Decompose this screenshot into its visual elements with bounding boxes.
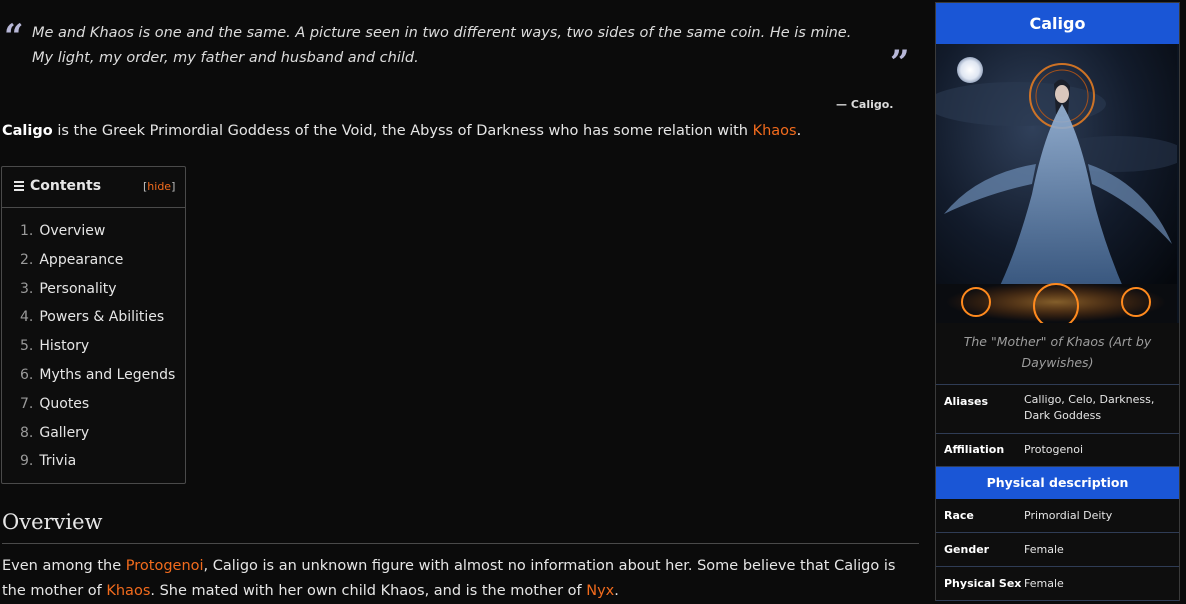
- toc-item-powers[interactable]: 4. Powers & Abilities: [20, 308, 185, 337]
- heading-divider: [2, 543, 919, 544]
- close-quote-icon: ”: [890, 43, 910, 83]
- toc-item-label[interactable]: Trivia: [39, 453, 76, 469]
- toc-item-label[interactable]: Personality: [39, 281, 116, 297]
- affiliation-link[interactable]: Protogenoi: [1024, 442, 1174, 458]
- toc-item-number: 7.: [20, 395, 34, 412]
- toc-item-number: 2.: [20, 251, 34, 268]
- toc-item-number: 5.: [20, 338, 34, 355]
- toc-toggle-bracket-close: ]: [171, 180, 176, 193]
- toc-item-label[interactable]: History: [39, 338, 89, 354]
- khaos-link[interactable]: Khaos: [106, 583, 150, 599]
- protogenoi-link[interactable]: Protogenoi: [126, 558, 204, 574]
- intro-text: is the Greek Primordial Goddess of the V…: [52, 123, 753, 139]
- infobox-title: Caligo: [936, 3, 1179, 44]
- overview-paragraph: Even among the Protogenoi, Caligo is an …: [2, 554, 917, 604]
- infobox: Caligo The "Mother" of Khaos (Art by Day…: [935, 2, 1180, 601]
- toc-header: Contents [hide]: [2, 167, 185, 208]
- physical-sex-value: Female: [1024, 577, 1064, 590]
- overview-heading: Overview: [2, 510, 103, 534]
- toc-item-label[interactable]: Gallery: [39, 425, 89, 441]
- intro-end: .: [796, 123, 802, 139]
- aliases-label: Aliases: [944, 395, 989, 408]
- toc-item-number: 4.: [20, 309, 34, 326]
- toc-item-number: 6.: [20, 366, 34, 383]
- physical-sex-label: Physical Sex: [944, 577, 1022, 590]
- character-image[interactable]: [936, 44, 1179, 323]
- toc-item-label[interactable]: Powers & Abilities: [39, 309, 164, 325]
- toc-item-appearance[interactable]: 2. Appearance: [20, 251, 185, 280]
- toc-item-number: 1.: [20, 223, 34, 239]
- toc-item-label[interactable]: Quotes: [39, 396, 89, 412]
- toc-item-number: 9.: [20, 453, 34, 470]
- intro-subject: Caligo: [2, 123, 53, 139]
- aliases-row: Aliases Calligo, Celo, Darkness, Dark Go…: [936, 385, 1179, 434]
- list-icon: [14, 181, 24, 193]
- overview-text-3: . She mated with her own child Khaos, an…: [150, 583, 587, 599]
- goddess-artwork: [936, 44, 1179, 323]
- gender-row: Gender Female: [936, 533, 1179, 567]
- quote-block: “ Me and Khaos is one and the same. A pi…: [0, 12, 920, 112]
- quote-text: Me and Khaos is one and the same. A pict…: [32, 25, 852, 66]
- toc-item-number: 3.: [20, 280, 34, 297]
- overview-text-1: Even among the: [2, 558, 126, 574]
- intro-paragraph: Caligo is the Greek Primordial Goddess o…: [2, 120, 917, 142]
- toc-item-trivia[interactable]: 9. Trivia: [20, 452, 185, 481]
- toc-item-overview[interactable]: 1. Overview: [20, 222, 185, 251]
- image-caption: The "Mother" of Khaos (Art by Daywishes): [936, 323, 1179, 385]
- race-label: Race: [944, 509, 974, 522]
- open-quote-icon: “: [4, 17, 24, 57]
- physical-sex-row: Physical Sex Female: [936, 567, 1179, 601]
- affiliation-row: Affiliation Protogenoi: [936, 434, 1179, 467]
- toc-item-history[interactable]: 5. History: [20, 337, 185, 366]
- toc-item-personality[interactable]: 3. Personality: [20, 280, 185, 309]
- race-row: Race Primordial Deity: [936, 499, 1179, 533]
- toc-hide-link[interactable]: hide: [147, 180, 171, 193]
- quote-attribution: — Caligo.: [836, 98, 894, 111]
- toc-item-gallery[interactable]: 8. Gallery: [20, 424, 185, 453]
- race-link[interactable]: Primordial Deity: [1024, 508, 1174, 524]
- affiliation-label: Affiliation: [944, 443, 1005, 456]
- table-of-contents: Contents [hide] 1. Overview 2. Appearance …: [1, 166, 186, 484]
- gender-value: Female: [1024, 543, 1064, 556]
- toc-item-label[interactable]: Myths and Legends: [39, 367, 175, 383]
- aliases-value: Calligo, Celo, Darkness, Dark Goddess: [1024, 393, 1155, 422]
- toc-list: 1. Overview 2. Appearance 3. Personality 4.…: [2, 208, 185, 481]
- khaos-link[interactable]: Khaos: [753, 123, 797, 139]
- toc-title: Contents: [30, 178, 102, 194]
- toc-toggle: [hide]: [143, 180, 175, 193]
- toc-item-quotes[interactable]: 7. Quotes: [20, 395, 185, 424]
- toc-item-myths[interactable]: 6. Myths and Legends: [20, 366, 185, 395]
- toc-item-number: 8.: [20, 424, 34, 441]
- physical-description-header: Physical description: [936, 467, 1179, 499]
- gender-label: Gender: [944, 543, 990, 556]
- toc-item-label[interactable]: Appearance: [39, 252, 123, 268]
- nyx-link[interactable]: Nyx: [586, 583, 614, 599]
- toc-item-label[interactable]: Overview: [39, 223, 105, 239]
- overview-text-4: .: [614, 583, 619, 599]
